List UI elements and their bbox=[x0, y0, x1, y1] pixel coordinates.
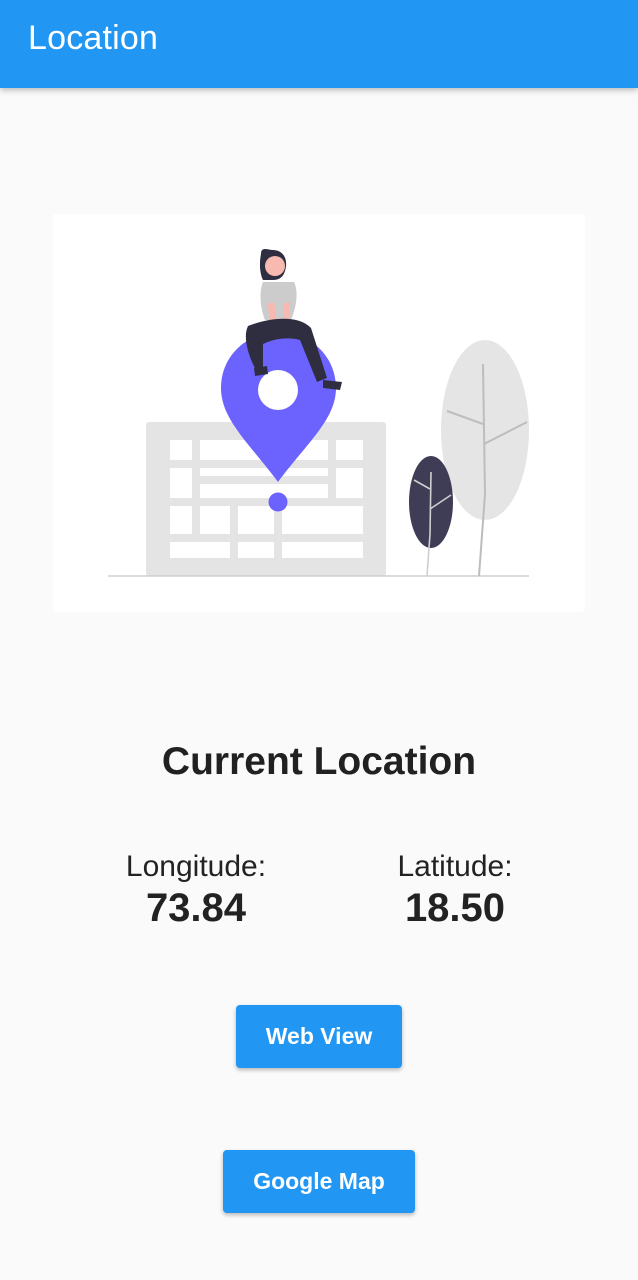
location-illustration bbox=[53, 214, 585, 612]
longitude-block: Longitude: 73.84 bbox=[96, 850, 296, 932]
page-title: Location bbox=[28, 19, 159, 57]
current-location-heading: Current Location bbox=[161, 740, 477, 783]
web-view-button[interactable]: Web View bbox=[236, 1005, 402, 1068]
app-bar: Location bbox=[0, 0, 638, 88]
latitude-block: Latitude: 18.50 bbox=[355, 850, 555, 932]
longitude-label: Longitude: bbox=[125, 850, 267, 883]
google-map-button[interactable]: Google Map bbox=[223, 1150, 415, 1213]
latitude-label: Latitude: bbox=[397, 850, 513, 883]
latitude-value: 18.50 bbox=[404, 886, 506, 930]
longitude-value: 73.84 bbox=[145, 886, 247, 930]
location-illustration-svg bbox=[108, 249, 529, 577]
